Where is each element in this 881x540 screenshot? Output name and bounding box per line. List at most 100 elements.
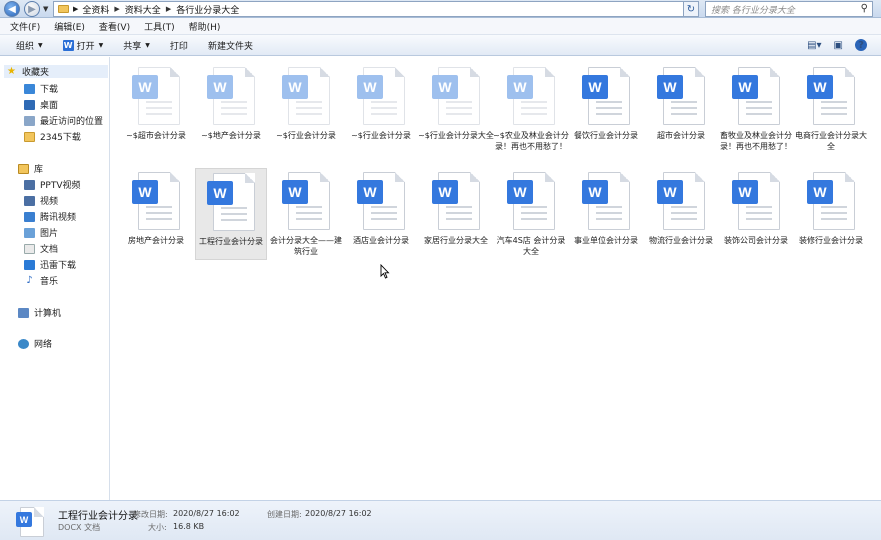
file-item[interactable]: W 事业单位会计分录 [570, 168, 642, 260]
file-item[interactable]: W 电商行业会计分录大全 [795, 63, 867, 155]
file-item[interactable]: W ~$地产会计分录 [195, 63, 267, 155]
sidebar-item-music[interactable]: ♪ 音乐 [24, 274, 58, 287]
file-item[interactable]: W ~$行业会计分录 [270, 63, 342, 155]
video-library-icon [24, 195, 35, 206]
selected-file-type: DOCX 文档 [58, 523, 101, 532]
help-icon[interactable]: ? [855, 39, 867, 51]
documents-icon [24, 243, 35, 254]
search-icon[interactable]: ⚲ [861, 3, 868, 14]
word-icon: W [62, 39, 74, 51]
music-note-icon: ♪ [26, 274, 33, 286]
menu-edit[interactable]: 编辑(E) [54, 20, 85, 33]
file-name: 事业单位会计分录 [574, 236, 638, 245]
sidebar-item-recent[interactable]: 最近访问的位置 [24, 114, 103, 127]
file-item[interactable]: W 装饰公司会计分录 [720, 168, 792, 260]
modified-date: 2020/8/27 16:02 [173, 509, 240, 518]
pictures-icon [24, 227, 35, 238]
word-document-icon: W [807, 172, 855, 232]
desktop-icon [24, 99, 35, 110]
chevron-right-icon[interactable]: ▶ [73, 5, 78, 13]
file-item[interactable]: W 酒店业会计分录 [345, 168, 417, 260]
navigation-pane: ★ 收藏夹 下载 桌面 最近访问的位置 2345下载 库 PPTV视频 视频 腾讯… [0, 57, 110, 500]
chevron-down-icon: ▼ [145, 41, 150, 49]
sidebar-item-videos[interactable]: 视频 [24, 194, 58, 207]
chevron-down-icon: ▼ [98, 41, 104, 49]
file-item[interactable]: W 超市会计分录 [645, 63, 717, 155]
file-item[interactable]: W 房地产会计分录 [120, 168, 192, 260]
chevron-right-icon[interactable]: ▶ [114, 5, 119, 13]
sidebar-item-2345-downloads[interactable]: 2345下载 [24, 130, 81, 143]
menu-tools[interactable]: 工具(T) [144, 20, 175, 33]
refresh-button[interactable]: ↻ [683, 1, 699, 17]
file-name: ~$超市会计分录 [126, 131, 186, 140]
sidebar-item-pictures[interactable]: 图片 [24, 226, 58, 239]
file-item[interactable]: W 餐饮行业会计分录 [570, 63, 642, 155]
library-icon [18, 163, 29, 174]
file-name: ~$行业会计分录大全 [418, 131, 494, 140]
view-options-icon[interactable]: ▤▾ [807, 40, 821, 51]
file-item[interactable]: W 汽车4S店 会计分录大全 [495, 168, 567, 260]
forward-button[interactable]: ▶ [24, 1, 40, 17]
breadcrumb[interactable]: ▶ 全资料▶ 资料大全▶ 各行业分录大全 ▼ [53, 1, 699, 17]
sidebar-item-computer[interactable]: 计算机 [18, 306, 61, 319]
preview-pane-icon[interactable]: ▣ [834, 40, 843, 51]
file-item[interactable]: W 装修行业会计分录 [795, 168, 867, 260]
organize-button[interactable]: 组织 ▼ [16, 39, 43, 52]
breadcrumb-item[interactable]: 各行业分录大全 [176, 3, 239, 16]
file-name: 装饰公司会计分录 [724, 236, 788, 245]
sidebar-item-desktop[interactable]: 桌面 [24, 98, 58, 111]
file-list: W ~$超市会计分录 W ~$地产会计分录 W ~$行业会计分录 W ~$行业会计分录 W ~$行… [111, 57, 881, 500]
word-document-icon: W [582, 172, 630, 232]
word-document-icon: W [582, 67, 630, 127]
file-name: 电商行业会计分录大全 [795, 131, 867, 151]
word-document-icon: W [16, 507, 44, 537]
print-button[interactable]: 打印 [170, 39, 188, 52]
created-date: 2020/8/27 16:02 [305, 509, 372, 518]
new-folder-button[interactable]: 新建文件夹 [208, 39, 253, 52]
mouse-cursor-icon [380, 264, 390, 279]
folder-icon [24, 131, 35, 142]
size-label: 大小: [148, 523, 167, 532]
breadcrumb-item[interactable]: 资料大全 ▶ [125, 3, 176, 16]
breadcrumb-item[interactable]: 全资料 ▶ [82, 3, 124, 16]
share-button[interactable]: 共享 ▼ [123, 39, 150, 52]
file-item[interactable]: W ~$农业及林业会计分录！再也不用愁了！ [493, 63, 569, 155]
search-input[interactable]: 搜索 各行业分录大全 ⚲ [705, 1, 873, 17]
menu-file[interactable]: 文件(F) [10, 20, 40, 33]
file-name: 汽车4S店 会计分录大全 [496, 236, 566, 256]
file-name: 工程行业会计分录 [199, 237, 263, 246]
xunlei-icon [24, 259, 35, 270]
menu-view[interactable]: 查看(V) [99, 20, 130, 33]
file-item[interactable]: W 家居行业分录大全 [420, 168, 492, 260]
chevron-right-icon[interactable]: ▶ [166, 5, 171, 13]
file-name: ~$地产会计分录 [201, 131, 261, 140]
sidebar-item-documents[interactable]: 文档 [24, 242, 58, 255]
recent-places-icon [24, 115, 35, 126]
sidebar-item-libraries[interactable]: 库 [18, 162, 43, 175]
back-button[interactable]: ◀ [4, 1, 20, 17]
file-name: 餐饮行业会计分录 [574, 131, 638, 140]
open-button[interactable]: W 打开 ▼ [62, 39, 104, 52]
sidebar-item-xunlei[interactable]: 迅雷下载 [24, 258, 76, 271]
file-item[interactable]: W ~$行业会计分录大全 [418, 63, 494, 155]
sidebar-item-network[interactable]: 网络 [18, 337, 52, 350]
word-document-icon: W [732, 67, 780, 127]
word-document-icon: W [357, 67, 405, 127]
file-item[interactable]: W ~$超市会计分录 [120, 63, 192, 155]
word-document-icon: W [357, 172, 405, 232]
word-document-icon: W [432, 67, 480, 127]
file-item[interactable]: W ~$行业会计分录 [345, 63, 417, 155]
command-bar: 组织 ▼ W 打开 ▼ 共享 ▼ 打印 新建文件夹 ▤▾ ▣ ? [0, 35, 881, 56]
sidebar-item-tencent-video[interactable]: 腾讯视频 [24, 210, 76, 223]
video-library-icon [24, 179, 35, 190]
sidebar-item-pptv[interactable]: PPTV视频 [24, 178, 81, 191]
file-item[interactable]: W 会计分录大全——建筑行业 [270, 168, 342, 260]
sidebar-item-favorites[interactable]: ★ 收藏夹 [4, 65, 108, 78]
network-icon [18, 338, 29, 349]
file-item[interactable]: W 畜牧业及林业会计分录！再也不用愁了！ [720, 63, 792, 155]
file-item[interactable]: W 工程行业会计分录 [195, 168, 267, 260]
file-item[interactable]: W 物流行业会计分录 [645, 168, 717, 260]
sidebar-item-downloads[interactable]: 下载 [24, 82, 58, 95]
recent-pages-dropdown-icon[interactable]: ▼ [43, 5, 48, 13]
menu-help[interactable]: 帮助(H) [189, 20, 221, 33]
